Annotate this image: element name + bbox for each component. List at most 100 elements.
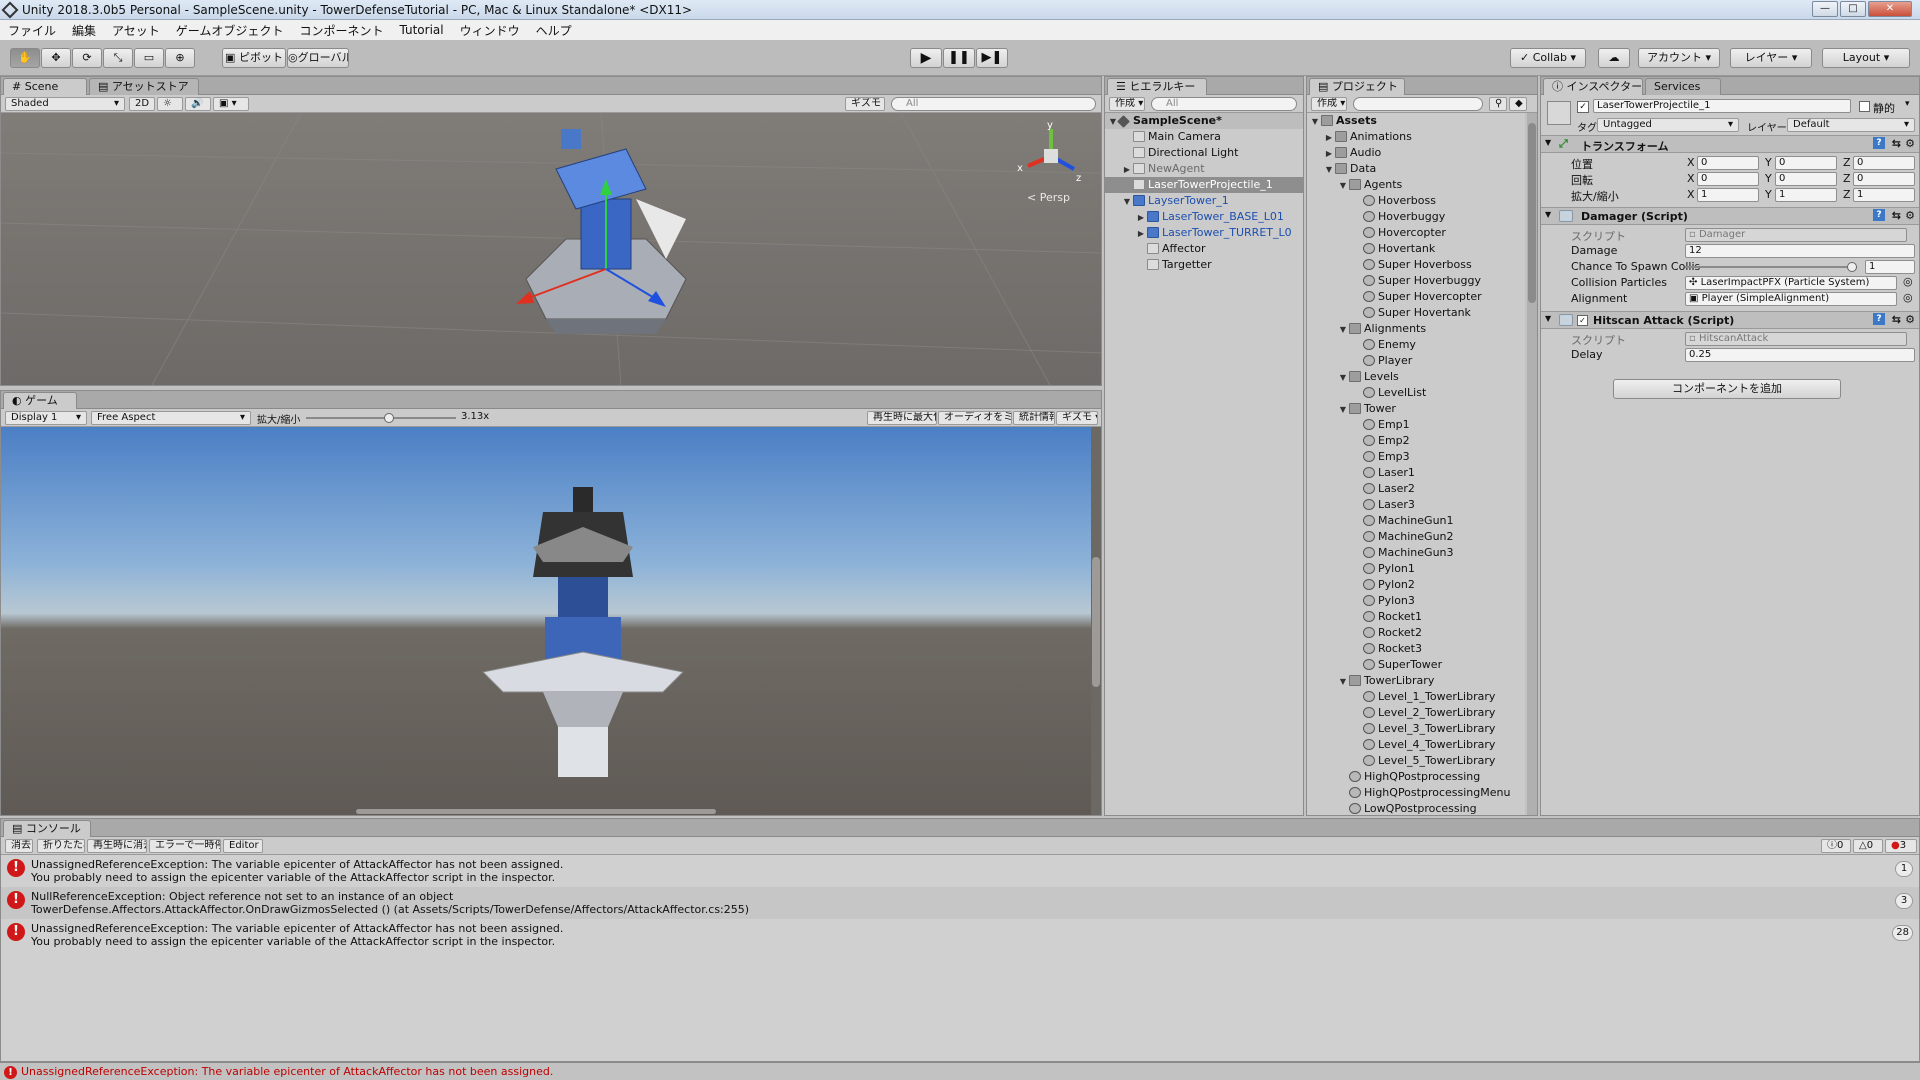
particles-field[interactable]: ✣ LaserImpactPFX (Particle System) (1685, 276, 1897, 290)
expand-arrow-icon[interactable]: ▶ (1121, 162, 1133, 178)
project-item[interactable]: Pylon1 (1307, 561, 1525, 577)
hierarchy-item[interactable]: ▶ NewAgent (1105, 161, 1303, 177)
project-vscrollbar[interactable] (1527, 113, 1537, 815)
project-item[interactable]: Level_3_TowerLibrary (1307, 721, 1525, 737)
object-picker-icon[interactable]: ◎ (1903, 291, 1913, 304)
hitscan-enabled-checkbox[interactable]: ✓ (1577, 315, 1588, 326)
menu-window[interactable]: ウィンドウ (452, 22, 528, 39)
project-item[interactable]: MachineGun1 (1307, 513, 1525, 529)
project-item[interactable]: Super Hoverbuggy (1307, 273, 1525, 289)
hitscan-header[interactable]: ▼ ✓ Hitscan Attack (Script) ? ⇆ ⚙ (1541, 311, 1919, 329)
layer-dropdown[interactable]: Default ▾ (1787, 118, 1915, 132)
rotation-y-field[interactable]: 0 (1775, 172, 1837, 186)
project-item[interactable]: Super Hoverboss (1307, 257, 1525, 273)
2d-toggle[interactable]: 2D (129, 97, 155, 111)
gear-icon[interactable]: ⚙ (1905, 209, 1915, 222)
console-clear-button[interactable]: 消去 (5, 839, 33, 853)
project-item[interactable]: Player (1307, 353, 1525, 369)
project-item[interactable]: Pylon3 (1307, 593, 1525, 609)
lighting-toggle[interactable]: ☼ (157, 97, 183, 111)
play-button[interactable]: ▶ (910, 48, 942, 68)
chance-field[interactable]: 1 (1865, 260, 1915, 274)
preset-icon[interactable]: ⇆ (1892, 137, 1901, 150)
scale-z-field[interactable]: 1 (1853, 188, 1915, 202)
project-item[interactable]: ▼ Tower (1307, 401, 1525, 417)
maximize-on-play-toggle[interactable]: 再生時に最大化 (867, 411, 937, 425)
position-x-field[interactable]: 0 (1697, 156, 1759, 170)
project-item[interactable]: Hovertank (1307, 241, 1525, 257)
move-tool-button[interactable]: ✥ (41, 48, 71, 68)
game-vscrollbar[interactable] (1091, 427, 1101, 815)
cloud-button[interactable]: ☁ (1598, 48, 1630, 68)
scale-x-field[interactable]: 1 (1697, 188, 1759, 202)
chance-slider-thumb[interactable] (1847, 262, 1857, 272)
info-filter-toggle[interactable]: ⓘ0 (1821, 839, 1851, 853)
scale-slider[interactable] (306, 413, 456, 423)
game-viewport[interactable] (1, 427, 1101, 815)
hierarchy-item[interactable]: Main Camera (1105, 129, 1303, 145)
expand-arrow-icon[interactable]: ▶ (1135, 210, 1147, 226)
menu-assets[interactable]: アセット (104, 22, 168, 39)
console-entry[interactable]: ! UnassignedReferenceException: The varia… (1, 855, 1919, 887)
rect-tool-button[interactable]: ▭ (134, 48, 164, 68)
scene-gizmos-dropdown[interactable]: ギズモ ▾ (845, 97, 885, 111)
project-item[interactable]: Emp1 (1307, 417, 1525, 433)
project-item[interactable]: ▶ Animations (1307, 129, 1525, 145)
project-item[interactable]: ▼ Assets (1307, 113, 1525, 129)
alignment-field[interactable]: ▣ Player (SimpleAlignment) (1685, 292, 1897, 306)
error-pause-toggle[interactable]: エラーで一時停止 (149, 839, 221, 853)
expand-arrow-icon[interactable]: ▼ (1121, 194, 1133, 210)
maximize-button[interactable]: □ (1840, 1, 1866, 17)
project-item[interactable]: Level_2_TowerLibrary (1307, 705, 1525, 721)
hierarchy-item[interactable]: ▶ LaserTower_TURRET_L0 (1105, 225, 1303, 241)
collapse-arrow-icon[interactable]: ▼ (1545, 210, 1551, 219)
hierarchy-item[interactable]: ▼ LayserTower_1 (1105, 193, 1303, 209)
project-item[interactable]: Laser1 (1307, 465, 1525, 481)
project-item[interactable]: SuperTower (1307, 657, 1525, 673)
pause-button[interactable]: ❚❚ (943, 48, 975, 68)
expand-arrow-icon[interactable]: ▼ (1337, 178, 1349, 194)
project-item[interactable]: Pylon2 (1307, 577, 1525, 593)
damage-field[interactable]: 12 (1685, 244, 1915, 258)
error-filter-toggle[interactable]: ●3 (1885, 839, 1917, 853)
project-item[interactable]: HighQPostprocessingMenu (1307, 785, 1525, 801)
tab-asset-store[interactable]: ▤ アセットストア (89, 78, 199, 95)
menu-edit[interactable]: 編集 (64, 22, 104, 39)
tab-hierarchy[interactable]: ☰ ヒエラルキー (1107, 78, 1207, 95)
rotation-z-field[interactable]: 0 (1853, 172, 1915, 186)
project-item[interactable]: Emp2 (1307, 433, 1525, 449)
scale-slider-thumb[interactable] (383, 413, 394, 423)
collab-dropdown[interactable]: ✓ Collab ▾ (1510, 48, 1586, 68)
scene-search-input[interactable]: All (891, 97, 1096, 111)
project-item[interactable]: Enemy (1307, 337, 1525, 353)
project-search-input[interactable] (1353, 97, 1483, 111)
project-item[interactable]: Level_1_TowerLibrary (1307, 689, 1525, 705)
hierarchy-item[interactable]: LaserTowerProjectile_1 (1105, 177, 1303, 193)
expand-arrow-icon[interactable]: ▶ (1135, 226, 1147, 242)
project-item[interactable]: Level_4_TowerLibrary (1307, 737, 1525, 753)
menu-component[interactable]: コンポーネント (291, 22, 391, 39)
help-icon[interactable]: ? (1873, 137, 1885, 149)
project-item[interactable]: ▶ Audio (1307, 145, 1525, 161)
collapse-arrow-icon[interactable]: ▼ (1545, 314, 1551, 323)
project-item[interactable]: Laser2 (1307, 481, 1525, 497)
expand-arrow-icon[interactable]: ▼ (1337, 322, 1349, 338)
chance-slider[interactable] (1685, 262, 1857, 272)
project-create-dropdown[interactable]: 作成 ▾ (1311, 97, 1347, 111)
position-y-field[interactable]: 0 (1775, 156, 1837, 170)
expand-arrow-icon[interactable]: ▼ (1309, 114, 1321, 130)
project-item[interactable]: Hoverbuggy (1307, 209, 1525, 225)
minimize-button[interactable]: — (1812, 1, 1838, 17)
project-item[interactable]: HighQPostprocessing (1307, 769, 1525, 785)
tab-inspector[interactable]: ⓘ インスペクター (1543, 78, 1643, 95)
position-z-field[interactable]: 0 (1853, 156, 1915, 170)
status-bar[interactable]: ! UnassignedReferenceException: The varia… (0, 1062, 1920, 1080)
active-checkbox[interactable]: ✓ (1577, 101, 1589, 113)
tab-services[interactable]: Services (1645, 78, 1721, 95)
object-name-field[interactable]: LaserTowerProjectile_1 (1593, 99, 1851, 113)
hierarchy-item[interactable]: ▶ LaserTower_BASE_L01 (1105, 209, 1303, 225)
project-item[interactable]: LowQPostprocessing (1307, 801, 1525, 815)
filter-type-button[interactable]: ⚲ (1489, 97, 1507, 111)
mute-audio-toggle[interactable]: オーディオをミュート (938, 411, 1012, 425)
project-item[interactable]: Level_5_TowerLibrary (1307, 753, 1525, 769)
